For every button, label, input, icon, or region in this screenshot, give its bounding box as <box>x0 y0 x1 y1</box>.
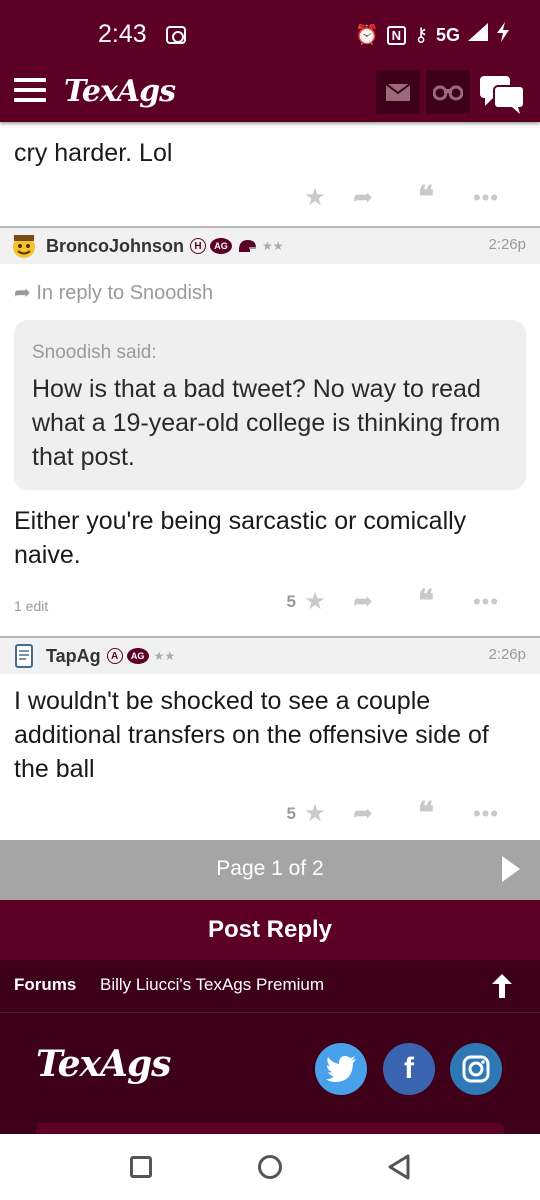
status-time: 2:43 <box>98 20 147 48</box>
arrow-up-icon[interactable] <box>492 974 512 998</box>
menu-icon[interactable] <box>14 78 46 104</box>
post-header: TapAg A AG ★★ 2:26p <box>0 636 540 674</box>
username[interactable]: TapAg <box>46 646 101 667</box>
alarm-icon: ⏰ <box>355 25 379 46</box>
back-icon[interactable] <box>386 1154 412 1180</box>
network-label: 5G <box>435 24 460 45</box>
reply-icon[interactable]: ➦ <box>330 799 396 828</box>
post-header: BroncoJohnson H AG ★★ 2:26p <box>0 226 540 264</box>
more-icon[interactable]: ••• <box>456 801 516 827</box>
system-icons: ⏰ N ⚷ 5G <box>355 22 510 48</box>
ag-badge: AG <box>126 648 149 664</box>
user-badge: A <box>106 648 123 664</box>
post-reply-button[interactable]: Post Reply <box>0 900 540 960</box>
quote-author[interactable]: Snoodish said: <box>32 342 508 364</box>
edit-count-link[interactable]: 1 edit <box>14 598 48 614</box>
user-avatar <box>15 644 33 668</box>
page: 2:43 ⏰ N ⚷ 5G TexAgs cry harder. Lol ★ ➦… <box>0 0 540 1200</box>
nfc-icon: N <box>386 25 407 45</box>
binoculars-icon <box>433 85 463 101</box>
screen-record-icon <box>166 26 186 44</box>
star-icon[interactable]: ★ <box>300 587 330 616</box>
username[interactable]: BroncoJohnson <box>46 236 184 257</box>
quote-icon[interactable]: ❝ <box>396 796 456 831</box>
star-rating: ★★ <box>262 239 284 253</box>
post-body: Either you're being sarcastic or comical… <box>14 507 467 569</box>
post-time: 2:26p <box>488 646 526 663</box>
app-logo[interactable]: TexAgs <box>64 74 176 109</box>
home-icon[interactable] <box>258 1155 282 1179</box>
more-icon[interactable]: ••• <box>456 589 516 615</box>
recents-icon[interactable] <box>130 1156 152 1178</box>
pagination-bar: Page 1 of 2 <box>0 840 540 900</box>
reply-icon[interactable]: ➦ <box>330 183 396 212</box>
quote-icon[interactable]: ❝ <box>396 180 456 215</box>
user-avatar <box>13 235 35 258</box>
reply-icon[interactable]: ➦ <box>330 587 396 616</box>
star-count: 5 <box>286 591 296 611</box>
in-reply-to-link[interactable]: ➦ In reply to Snoodish <box>14 280 213 305</box>
star-icon[interactable]: ★ <box>300 799 330 828</box>
site-footer: TexAgs f <box>0 1012 540 1135</box>
quote-text: How is that a bad tweet? No way to read … <box>32 375 501 471</box>
system-nav-bar <box>0 1134 540 1200</box>
page-indicator[interactable]: Page 1 of 2 <box>0 857 540 881</box>
post-time: 2:26p <box>488 236 526 253</box>
post-actions: 5 ★ ➦ ❝ ••• <box>287 796 516 831</box>
star-rating: ★★ <box>153 649 176 663</box>
star-count: 5 <box>286 803 296 823</box>
mail-button[interactable] <box>376 70 420 114</box>
twitter-icon[interactable] <box>315 1043 367 1095</box>
quote-icon[interactable]: ❝ <box>396 584 456 619</box>
breadcrumb: Forums Billy Liucci's TexAgs Premium <box>0 960 540 1012</box>
breadcrumb-forums[interactable]: Forums <box>14 975 76 995</box>
signal-icon <box>468 23 488 47</box>
post-actions: ★ ➦ ❝ ••• <box>300 180 516 215</box>
quote-block: Snoodish said: How is that a bad tweet? … <box>14 320 526 490</box>
next-page-icon[interactable] <box>502 856 520 882</box>
post-body: cry harder. Lol <box>14 139 173 167</box>
post-body: I wouldn't be shocked to see a couple ad… <box>14 687 489 783</box>
battery-charging-icon <box>496 22 510 48</box>
key-icon: ⚷ <box>414 24 428 46</box>
more-icon[interactable]: ••• <box>456 185 516 211</box>
in-reply-label: In reply to Snoodish <box>36 282 214 304</box>
user-badge: H <box>190 238 206 254</box>
post-actions: 5 ★ ➦ ❝ ••• <box>287 584 516 619</box>
binoculars-button[interactable] <box>426 70 470 114</box>
status-bar: 2:43 ⏰ N ⚷ 5G <box>0 0 540 66</box>
reply-arrow-icon: ➦ <box>14 282 31 304</box>
chat-icon[interactable] <box>480 74 526 114</box>
instagram-icon[interactable] <box>450 1043 502 1095</box>
star-icon[interactable]: ★ <box>300 183 330 212</box>
ag-badge: AG <box>210 238 232 254</box>
footer-logo[interactable]: TexAgs <box>36 1043 171 1085</box>
helmet-icon <box>239 240 256 252</box>
breadcrumb-board[interactable]: Billy Liucci's TexAgs Premium <box>100 975 324 995</box>
app-header: TexAgs <box>0 66 540 122</box>
mail-icon <box>386 83 410 101</box>
facebook-icon[interactable]: f <box>383 1043 435 1095</box>
